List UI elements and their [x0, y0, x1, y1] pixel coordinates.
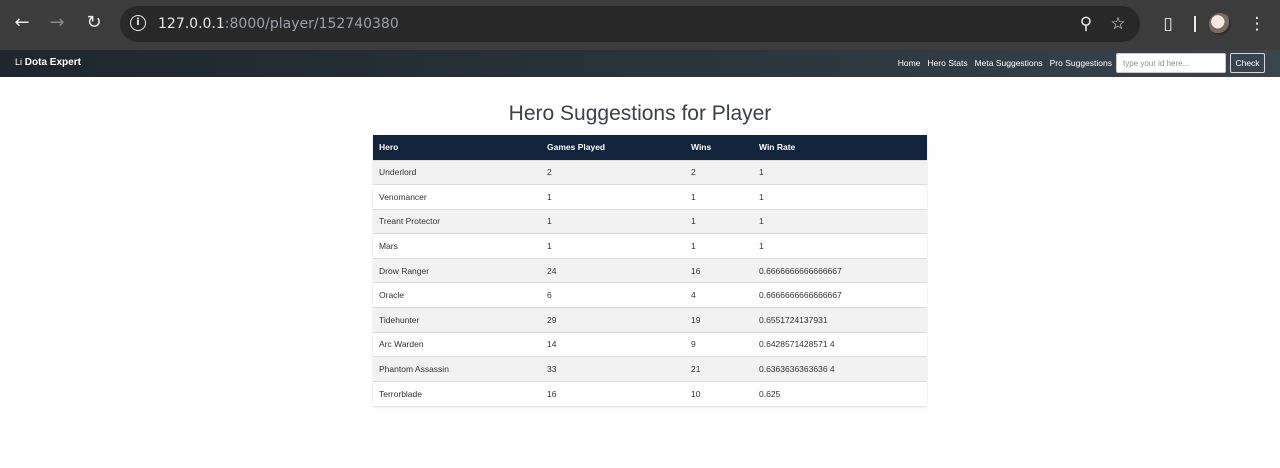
table-row: Drow Ranger 24 16 0.6666666666666667 [373, 257, 927, 283]
cell-hero: Oracle [373, 282, 541, 308]
cell-games-played: 33 [541, 356, 685, 382]
table-row: Venomancer 1 1 1 [373, 184, 927, 210]
cell-wins: 1 [685, 208, 753, 234]
more-menu-icon[interactable]: ⋮ [1247, 10, 1267, 38]
cell-win-rate: 0.6363636363636 4 [753, 356, 927, 382]
cell-win-rate: 1 [753, 233, 927, 259]
page-title: Hero Suggestions for Player [508, 102, 772, 125]
cell-wins: 9 [685, 331, 753, 357]
cell-games-played: 1 [541, 208, 685, 234]
table-row: Underlord 2 2 1 [373, 159, 927, 185]
cell-hero: Phantom Assassin [373, 356, 541, 382]
cell-wins: 19 [685, 307, 753, 333]
cell-win-rate: 0.6666666666666667 [753, 257, 927, 283]
table-row: Oracle 6 4 0.6666666666666667 [373, 282, 927, 308]
player-id-input[interactable] [1116, 53, 1226, 73]
table-row: Tidehunter 29 19 0.6551724137931 [373, 307, 927, 333]
table-row: Terrorblade 16 10 0.625 [373, 380, 927, 406]
cell-hero: Tidehunter [373, 307, 541, 333]
reload-icon[interactable]: ↻ [80, 9, 108, 37]
cell-hero: Underlord [373, 159, 541, 185]
nav-link-pro-suggestions[interactable]: Pro Suggestions [1050, 58, 1112, 68]
forward-arrow-icon[interactable]: → [43, 9, 71, 37]
broken-logo-image: Li [15, 57, 23, 67]
nav-link-meta-suggestions[interactable]: Meta Suggestions [975, 58, 1043, 68]
col-header-games-played: Games Played [541, 135, 685, 160]
site-navbar: Li Dota Expert Home Hero Stats Meta Sugg… [0, 50, 1280, 77]
cell-games-played: 2 [541, 159, 685, 185]
brand-name: Dota Expert [24, 57, 81, 68]
cell-win-rate: 0.6428571428571 4 [753, 331, 927, 357]
table-header-row: Hero Games Played Wins Win Rate [373, 135, 927, 160]
address-bar[interactable]: i 127.0.0.1:8000/player/152740380 ⚲ ☆ [120, 6, 1140, 42]
nav-links: Home Hero Stats Meta Suggestions Pro Sug… [898, 58, 1112, 68]
cell-hero: Mars [373, 233, 541, 259]
cell-wins: 2 [685, 159, 753, 185]
bookmark-star-icon[interactable]: ☆ [1106, 12, 1130, 36]
cell-win-rate: 0.625 [753, 380, 927, 406]
cell-win-rate: 1 [753, 184, 927, 210]
cell-hero: Drow Ranger [373, 257, 541, 283]
nav-link-hero-stats[interactable]: Hero Stats [927, 58, 967, 68]
table-row: Mars 1 1 1 [373, 233, 927, 259]
url-host: 127.0.0.1 [158, 16, 225, 32]
table-row: Arc Warden 14 9 0.6428571428571 4 [373, 331, 927, 357]
cell-wins: 1 [685, 233, 753, 259]
cell-wins: 21 [685, 356, 753, 382]
cell-hero: Venomancer [373, 184, 541, 210]
cell-win-rate: 1 [753, 208, 927, 234]
cell-wins: 10 [685, 380, 753, 406]
toolbar-divider [1194, 16, 1196, 32]
cell-hero: Arc Warden [373, 331, 541, 357]
profile-avatar[interactable] [1209, 13, 1231, 35]
site-info-icon[interactable]: i [130, 15, 146, 31]
brand-logo[interactable]: Li Dota Expert [15, 57, 81, 68]
cell-win-rate: 1 [753, 159, 927, 185]
browser-toolbar: ← → ↻ i 127.0.0.1:8000/player/152740380 … [0, 0, 1280, 50]
col-header-wins: Wins [685, 135, 753, 160]
cell-games-played: 29 [541, 307, 685, 333]
cell-hero: Treant Protector [373, 208, 541, 234]
cell-games-played: 14 [541, 331, 685, 357]
zoom-icon[interactable]: ⚲ [1074, 12, 1098, 36]
extensions-puzzle-icon[interactable]: ▯ [1156, 10, 1180, 38]
cell-win-rate: 0.6551724137931 [753, 307, 927, 333]
cell-wins: 1 [685, 184, 753, 210]
hero-suggestions-table: Hero Games Played Wins Win Rate Underlor… [373, 135, 927, 406]
cell-games-played: 1 [541, 233, 685, 259]
cell-games-played: 16 [541, 380, 685, 406]
cell-wins: 16 [685, 257, 753, 283]
cell-hero: Terrorblade [373, 380, 541, 406]
col-header-win-rate: Win Rate [753, 135, 927, 160]
back-arrow-icon[interactable]: ← [8, 9, 36, 37]
cell-games-played: 24 [541, 257, 685, 283]
nav-link-home[interactable]: Home [898, 58, 921, 68]
cell-win-rate: 0.6666666666666667 [753, 282, 927, 308]
cell-wins: 4 [685, 282, 753, 308]
cell-games-played: 1 [541, 184, 685, 210]
url-path: :8000/player/152740380 [224, 16, 399, 32]
table-row: Treant Protector 1 1 1 [373, 208, 927, 234]
check-button[interactable]: Check [1230, 53, 1265, 73]
url-text[interactable]: 127.0.0.1:8000/player/152740380 [158, 16, 399, 32]
table-row: Phantom Assassin 33 21 0.6363636363636 4 [373, 356, 927, 382]
col-header-hero: Hero [373, 135, 541, 160]
cell-games-played: 6 [541, 282, 685, 308]
